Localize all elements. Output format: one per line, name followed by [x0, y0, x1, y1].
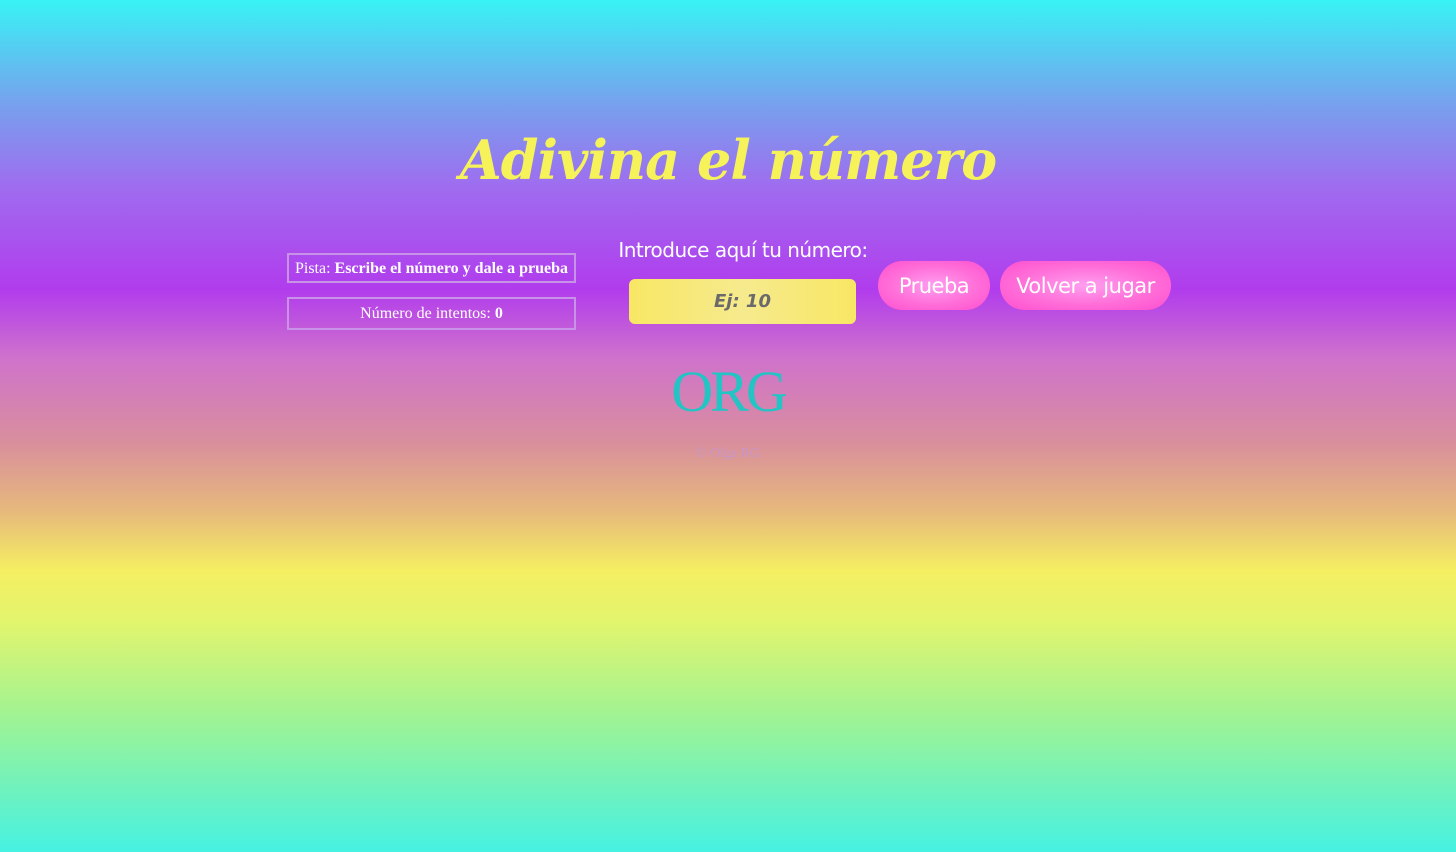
number-input-label: Introduce aquí tu número: — [618, 238, 868, 262]
hint-box: Pista: Escribe el número y dale a prueba — [287, 253, 576, 283]
try-button[interactable]: Prueba — [878, 261, 990, 310]
copyright: © Olga RG — [695, 446, 761, 461]
hint-text: Escribe el número y dale a prueba — [334, 260, 569, 277]
play-again-button[interactable]: Volver a jugar — [1000, 261, 1171, 310]
attempts-count: 0 — [494, 305, 503, 322]
logo: ORG — [671, 359, 787, 424]
number-input[interactable] — [629, 279, 856, 324]
hint-label: Pista: — [294, 260, 335, 277]
page-title: Adivina el número — [459, 128, 997, 192]
attempts-box: Número de intentos: 0 — [287, 297, 576, 330]
attempts-label: Número de intentos: — [360, 305, 495, 322]
